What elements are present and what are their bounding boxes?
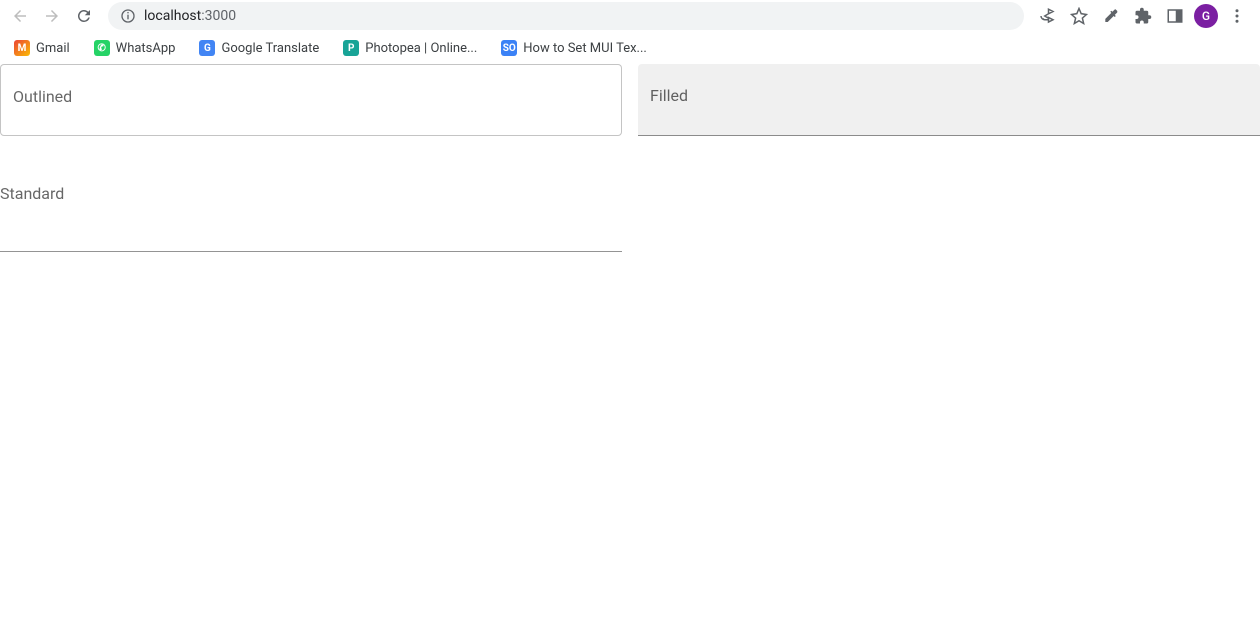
outlined-textfield: Outlined — [0, 64, 622, 136]
filled-input[interactable] — [638, 64, 1260, 135]
browser-toolbar: localhost:3000 G — [0, 0, 1260, 32]
translate-icon: G — [199, 40, 215, 56]
reload-button[interactable] — [70, 2, 98, 30]
outlined-input[interactable] — [1, 65, 621, 135]
forward-button[interactable] — [38, 2, 66, 30]
avatar-letter: G — [1202, 9, 1210, 23]
bookmark-gmail[interactable]: M Gmail — [10, 36, 74, 60]
url-text: localhost:3000 — [144, 8, 236, 24]
photopea-icon: P — [343, 40, 359, 56]
bookmark-button[interactable] — [1066, 3, 1092, 29]
bookmark-google-translate[interactable]: G Google Translate — [195, 36, 323, 60]
more-vert-icon — [1228, 7, 1246, 25]
share-icon — [1038, 7, 1056, 25]
filled-textfield: Filled — [638, 64, 1260, 136]
site-info-icon[interactable] — [120, 8, 136, 24]
bookmark-label: Gmail — [36, 41, 70, 56]
bookmarks-bar: M Gmail ✆ WhatsApp G Google Translate P … — [0, 32, 1260, 64]
stackoverflow-icon: SO — [501, 40, 517, 56]
standard-input[interactable] — [0, 172, 622, 251]
standard-textfield: Standard — [0, 172, 622, 252]
arrow-right-icon — [43, 7, 61, 25]
toolbar-right: G — [1034, 3, 1254, 29]
whatsapp-icon: ✆ — [94, 40, 110, 56]
menu-button[interactable] — [1224, 3, 1250, 29]
arrow-left-icon — [11, 7, 29, 25]
bookmark-label: Photopea | Online... — [365, 41, 477, 56]
sidepanel-button[interactable] — [1162, 3, 1188, 29]
eyedropper-icon — [1102, 7, 1120, 25]
extensions-button[interactable] — [1130, 3, 1156, 29]
bookmark-label: How to Set MUI Tex... — [523, 41, 647, 56]
puzzle-icon — [1134, 7, 1152, 25]
star-icon — [1070, 7, 1088, 25]
page-content: Outlined Filled Standard — [0, 64, 1260, 252]
gmail-icon: M — [14, 40, 30, 56]
reload-icon — [75, 7, 93, 25]
share-button[interactable] — [1034, 3, 1060, 29]
bookmark-label: Google Translate — [221, 41, 319, 56]
eyedropper-button[interactable] — [1098, 3, 1124, 29]
back-button[interactable] — [6, 2, 34, 30]
profile-avatar[interactable]: G — [1194, 4, 1218, 28]
bookmark-photopea[interactable]: P Photopea | Online... — [339, 36, 481, 60]
address-bar[interactable]: localhost:3000 — [108, 2, 1024, 30]
panel-icon — [1166, 7, 1184, 25]
bookmark-whatsapp[interactable]: ✆ WhatsApp — [90, 36, 180, 60]
bookmark-label: WhatsApp — [116, 41, 176, 56]
bookmark-mui[interactable]: SO How to Set MUI Tex... — [497, 36, 651, 60]
